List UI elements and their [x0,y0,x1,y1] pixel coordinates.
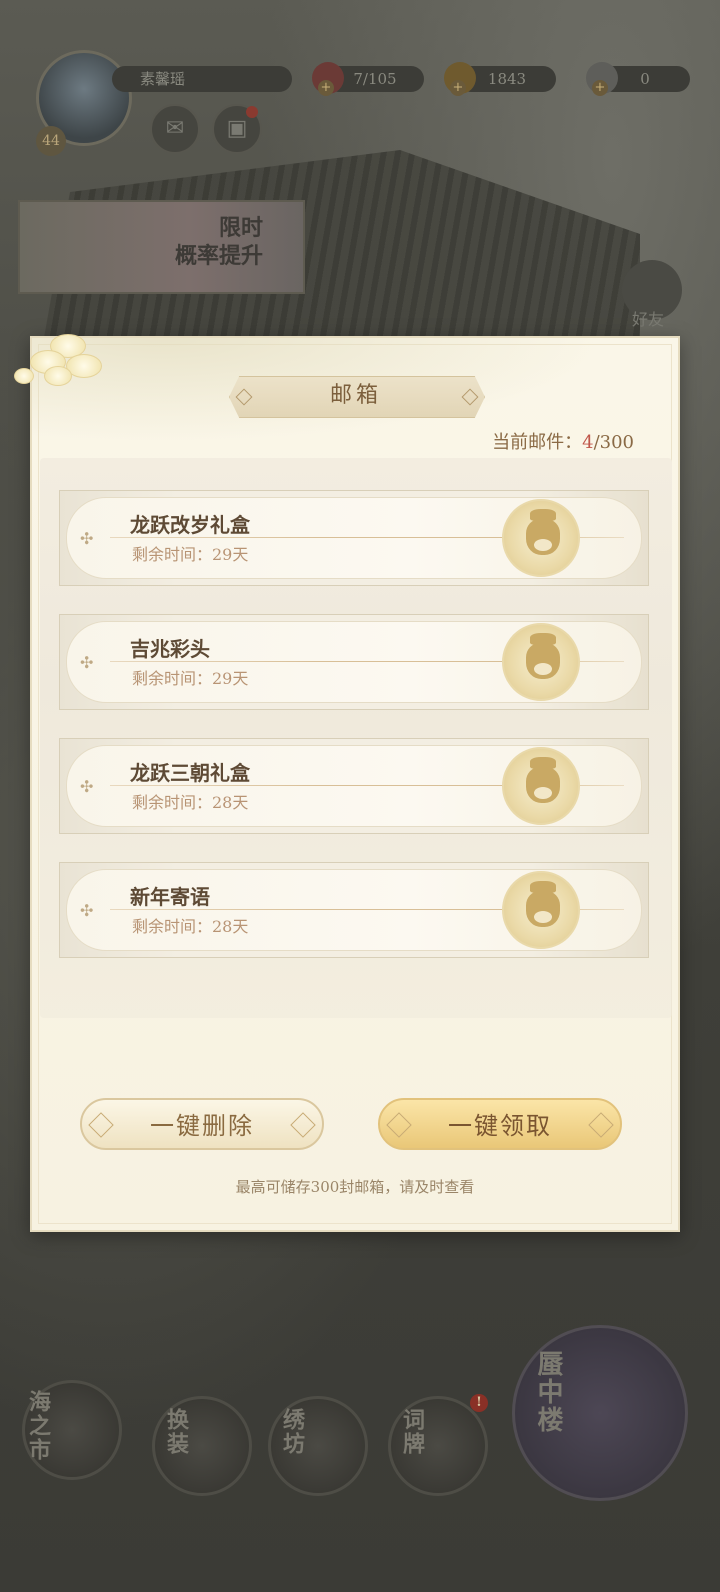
pearl-resource: + 0 [586,62,690,96]
delete-all-button[interactable]: 一键删除 [80,1098,324,1150]
mail-count-max: /300 [593,432,634,453]
ci-pai-label: 词牌 [399,1408,425,1456]
mail-remaining: 剩余时间：28天 [132,917,249,936]
mail-name: 龙跃三朝礼盒 [130,761,250,785]
gold-plus-button[interactable]: + [450,80,466,96]
mail-item[interactable]: ✣ 吉兆彩头 剩余时间：29天 [59,614,649,710]
dress-label: 换装 [163,1408,189,1456]
flower-ornament-icon [10,320,120,400]
stamina-resource: + 7/105 [312,62,424,96]
envelope-icon: ✉ [165,116,185,141]
stamina-plus-button[interactable]: + [318,80,334,96]
mail-count-label: 当前邮件： [492,432,583,453]
mail-name: 龙跃改岁礼盒 [130,513,250,537]
gold-resource: + 1843 [444,62,556,96]
notification-dot [246,106,258,118]
mail-remaining: 剩余时间：29天 [132,545,249,564]
level-badge: 44 [36,126,66,156]
player-name: 素馨瑶 [112,66,292,92]
gift-button[interactable]: ▣ [212,104,262,154]
gift-bag-icon [502,747,580,825]
gift-bag-icon [502,499,580,577]
pearl-value: 0 [640,70,650,88]
friends-label: 好友 [632,310,665,329]
alert-badge: ! [470,1394,488,1412]
sprig-icon: ✣ [80,653,94,672]
gift-icon: ▣ [226,116,248,141]
mail-count-current: 4 [582,432,594,453]
event-banner[interactable]: 限时 概率提升 [18,200,305,294]
gold-value: 1843 [487,70,527,88]
storage-note: 最高可储存300封邮箱，请及时查看 [235,1178,475,1196]
banner-text: 限时 概率提升 [174,215,263,269]
mail-button[interactable]: ✉ [150,104,200,154]
stamina-value: 7/105 [353,70,397,88]
embroidery-label: 绣坊 [279,1408,305,1456]
mail-name: 吉兆彩头 [130,637,210,661]
sprig-icon: ✣ [80,777,94,796]
pearl-plus-button[interactable]: + [592,80,608,96]
mail-name: 新年寄语 [130,885,210,909]
mail-item[interactable]: ✣ 龙跃三朝礼盒 剩余时间：28天 [59,738,649,834]
sprig-icon: ✣ [80,529,94,548]
gift-bag-icon [502,871,580,949]
mail-item[interactable]: ✣ 新年寄语 剩余时间：28天 [59,862,649,958]
mail-remaining: 剩余时间：29天 [132,669,249,688]
mail-item[interactable]: ✣ 龙跃改岁礼盒 剩余时间：29天 [59,490,649,586]
mail-remaining: 剩余时间：28天 [132,793,249,812]
sprig-icon: ✣ [80,901,94,920]
tower-label: 蜃中楼 [533,1350,563,1434]
claim-all-button[interactable]: 一键领取 [378,1098,622,1150]
gift-bag-icon [502,623,580,701]
mailbox-title: 邮箱 [329,383,382,408]
mail-count: 当前邮件：4/300 [492,428,634,454]
sea-market-label: 海之市 [25,1390,51,1462]
